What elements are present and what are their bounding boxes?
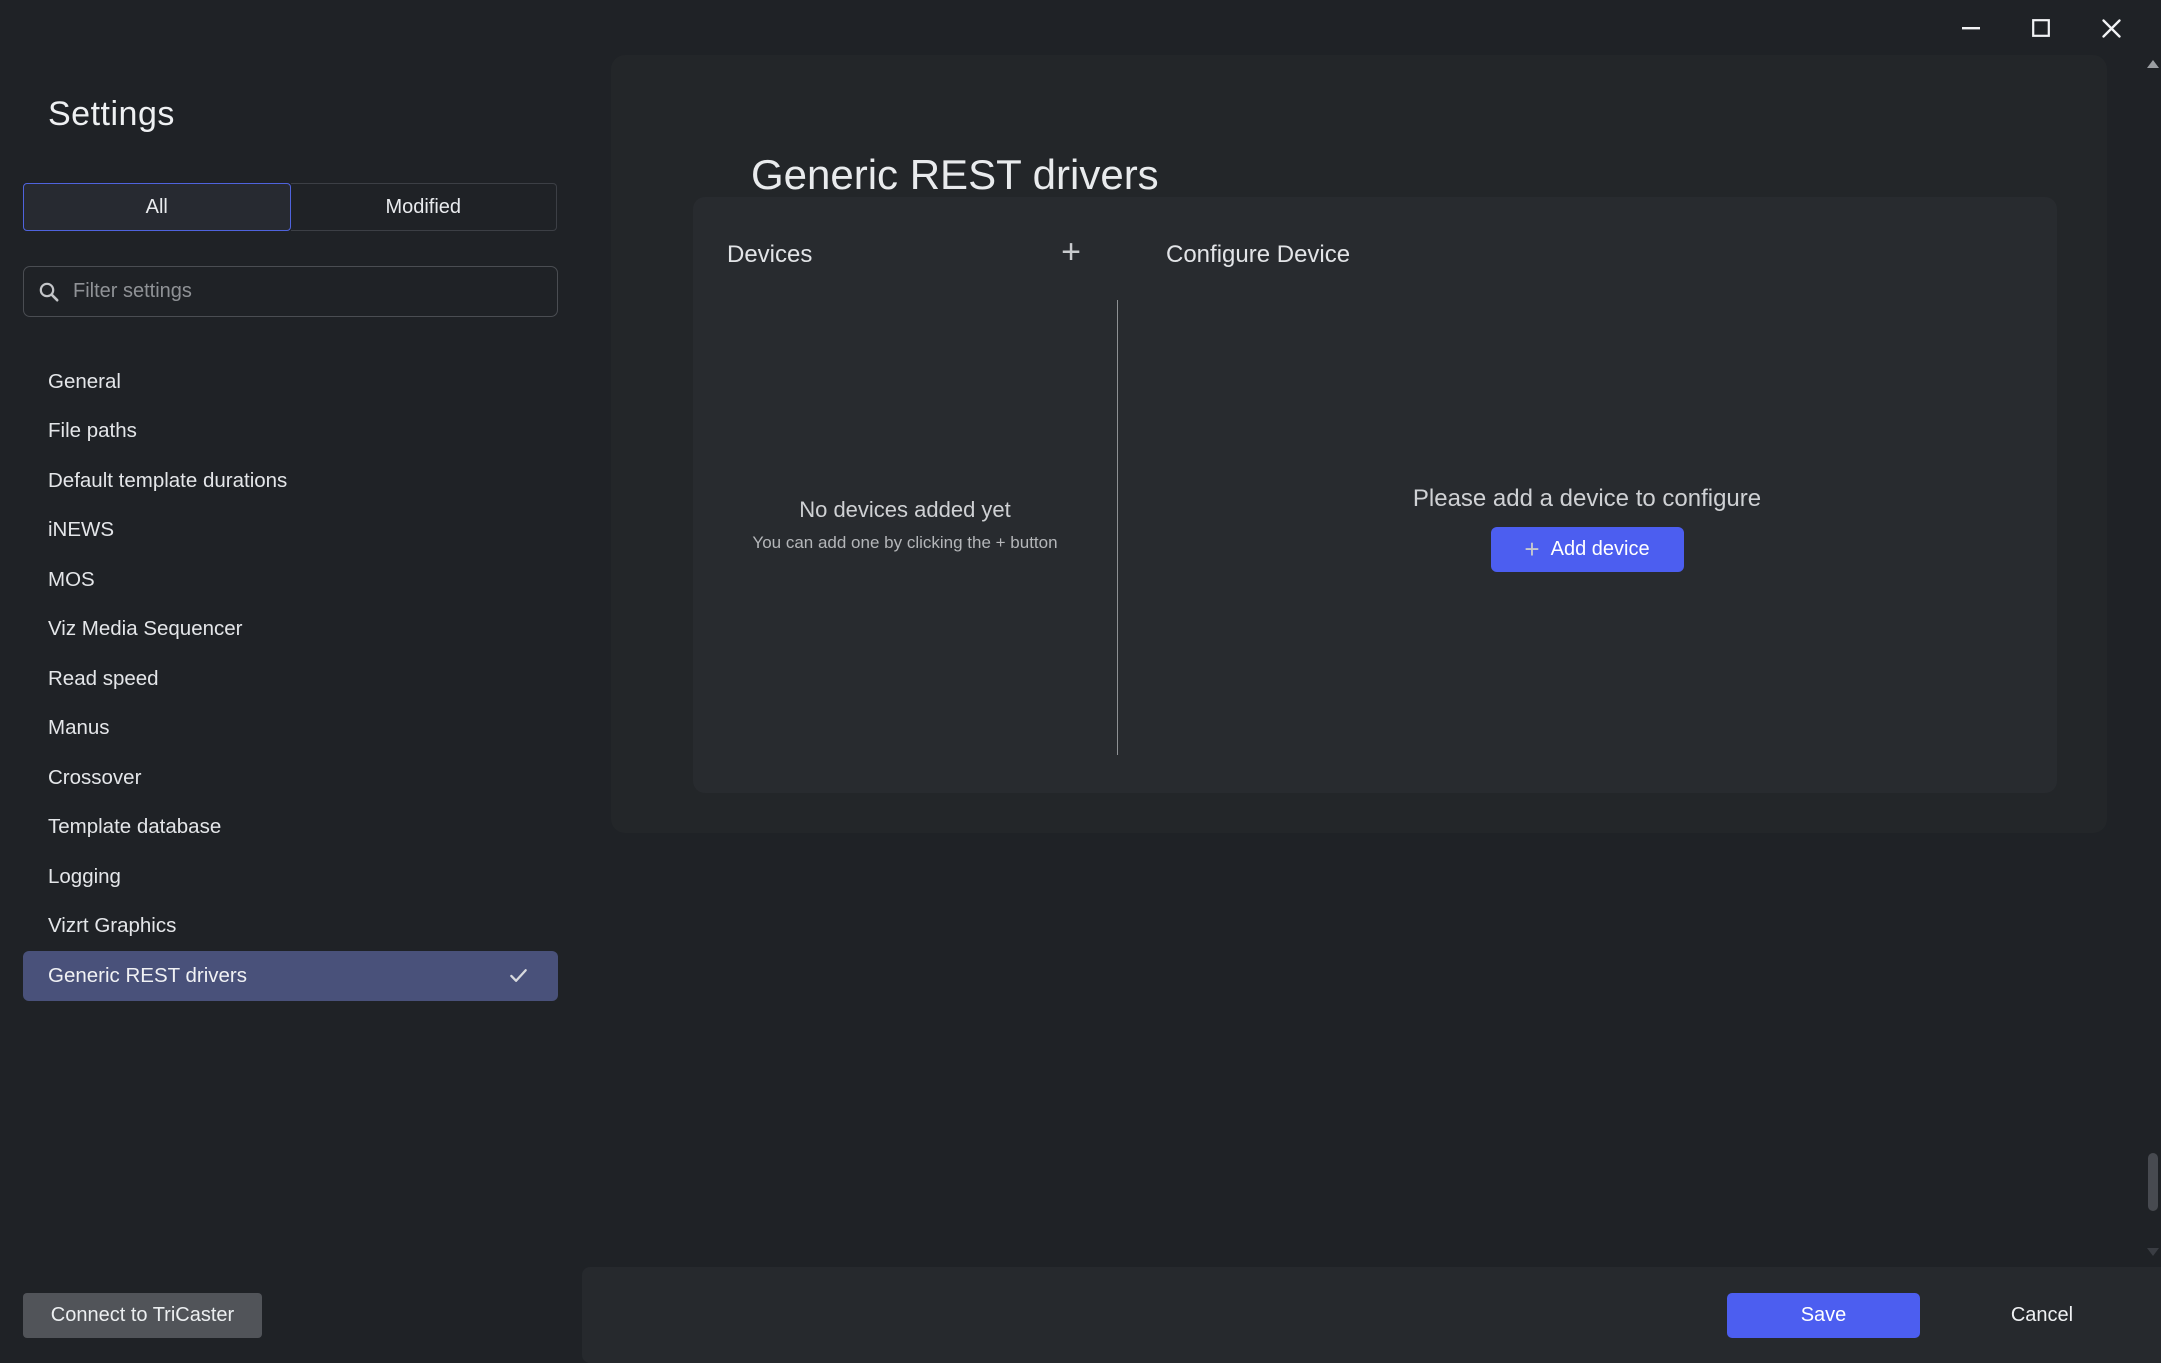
devices-header: Devices: [727, 241, 812, 269]
rest-drivers-card: Devices + No devices added yet You can a…: [693, 197, 2057, 793]
sidebar-item-inews[interactable]: iNEWS: [23, 506, 558, 556]
sidebar-item-crossover[interactable]: Crossover: [23, 753, 558, 803]
filter-settings-box: [23, 266, 558, 317]
cancel-button[interactable]: Cancel: [1977, 1293, 2107, 1338]
sidebar-item-label: Viz Media Sequencer: [48, 617, 243, 641]
sidebar-item-label: MOS: [48, 568, 95, 592]
sidebar-item-label: File paths: [48, 419, 137, 443]
scroll-up-arrow-icon[interactable]: [2147, 60, 2159, 68]
sidebar-item-label: iNEWS: [48, 518, 114, 542]
sidebar-item-label: Generic REST drivers: [48, 964, 247, 988]
sidebar-item-label: Vizrt Graphics: [48, 914, 176, 938]
sidebar-item-default-template-durations[interactable]: Default template durations: [23, 456, 558, 506]
configure-header: Configure Device: [1166, 241, 1350, 269]
sidebar-item-label: Template database: [48, 815, 221, 839]
devices-empty-title: No devices added yet: [693, 497, 1117, 523]
sidebar-item-template-database[interactable]: Template database: [23, 803, 558, 853]
scroll-down-arrow-icon[interactable]: [2147, 1248, 2159, 1256]
sidebar-item-viz-media-sequencer[interactable]: Viz Media Sequencer: [23, 605, 558, 655]
devices-column: Devices + No devices added yet You can a…: [693, 197, 1117, 793]
minimize-button[interactable]: [1951, 8, 1991, 48]
sidebar-item-general[interactable]: General: [23, 357, 558, 407]
sidebar-item-generic-rest-drivers[interactable]: Generic REST drivers: [23, 951, 558, 1001]
check-icon: [507, 964, 530, 987]
sidebar-item-manus[interactable]: Manus: [23, 704, 558, 754]
page-title: Settings: [48, 95, 175, 134]
close-icon: [2102, 19, 2121, 38]
close-button[interactable]: [2091, 8, 2131, 48]
maximize-icon: [2032, 19, 2050, 37]
footer-bar: Save Cancel: [582, 1267, 2161, 1363]
devices-empty-subtitle: You can add one by clicking the + button: [693, 533, 1117, 553]
main-panel: Generic REST drivers Devices + No device…: [611, 55, 2107, 833]
devices-empty-state: No devices added yet You can add one by …: [693, 497, 1117, 553]
tab-modified[interactable]: Modified: [291, 183, 558, 231]
add-device-button-label: Add device: [1551, 538, 1650, 561]
add-device-plus-icon[interactable]: +: [1061, 235, 1081, 269]
maximize-button[interactable]: [2021, 8, 2061, 48]
scrollbar-thumb[interactable]: [2148, 1153, 2158, 1211]
sidebar-item-mos[interactable]: MOS: [23, 555, 558, 605]
settings-window: Settings All Modified General File paths D…: [0, 0, 2161, 1363]
sidebar-item-label: General: [48, 370, 121, 394]
add-device-button[interactable]: + Add device: [1491, 527, 1684, 572]
search-icon: [38, 281, 60, 303]
connect-tricaster-button[interactable]: Connect to TriCaster: [23, 1293, 262, 1338]
sidebar-item-label: Crossover: [48, 766, 141, 790]
sidebar-item-label: Default template durations: [48, 469, 287, 493]
scrollbar: [2144, 0, 2161, 1363]
settings-nav: General File paths Default template durati…: [23, 357, 558, 1001]
sidebar-item-read-speed[interactable]: Read speed: [23, 654, 558, 704]
plus-icon: +: [1524, 536, 1539, 562]
save-button[interactable]: Save: [1727, 1293, 1920, 1338]
sidebar-item-file-paths[interactable]: File paths: [23, 407, 558, 457]
tab-all[interactable]: All: [23, 183, 291, 231]
sidebar-item-label: Logging: [48, 865, 121, 889]
window-controls: [1951, 8, 2131, 48]
sidebar-item-label: Read speed: [48, 667, 159, 691]
search-input[interactable]: [73, 280, 543, 303]
section-title: Generic REST drivers: [751, 151, 1159, 199]
configure-column: Configure Device Please add a device to …: [1117, 197, 2057, 793]
filter-tabs: All Modified: [23, 183, 557, 231]
sidebar-item-vizrt-graphics[interactable]: Vizrt Graphics: [23, 902, 558, 952]
sidebar-item-label: Manus: [48, 716, 110, 740]
configure-empty-title: Please add a device to configure: [1117, 485, 2057, 513]
configure-empty-state: Please add a device to configure + Add d…: [1117, 485, 2057, 572]
sidebar-item-logging[interactable]: Logging: [23, 852, 558, 902]
minimize-icon: [1962, 27, 1980, 30]
